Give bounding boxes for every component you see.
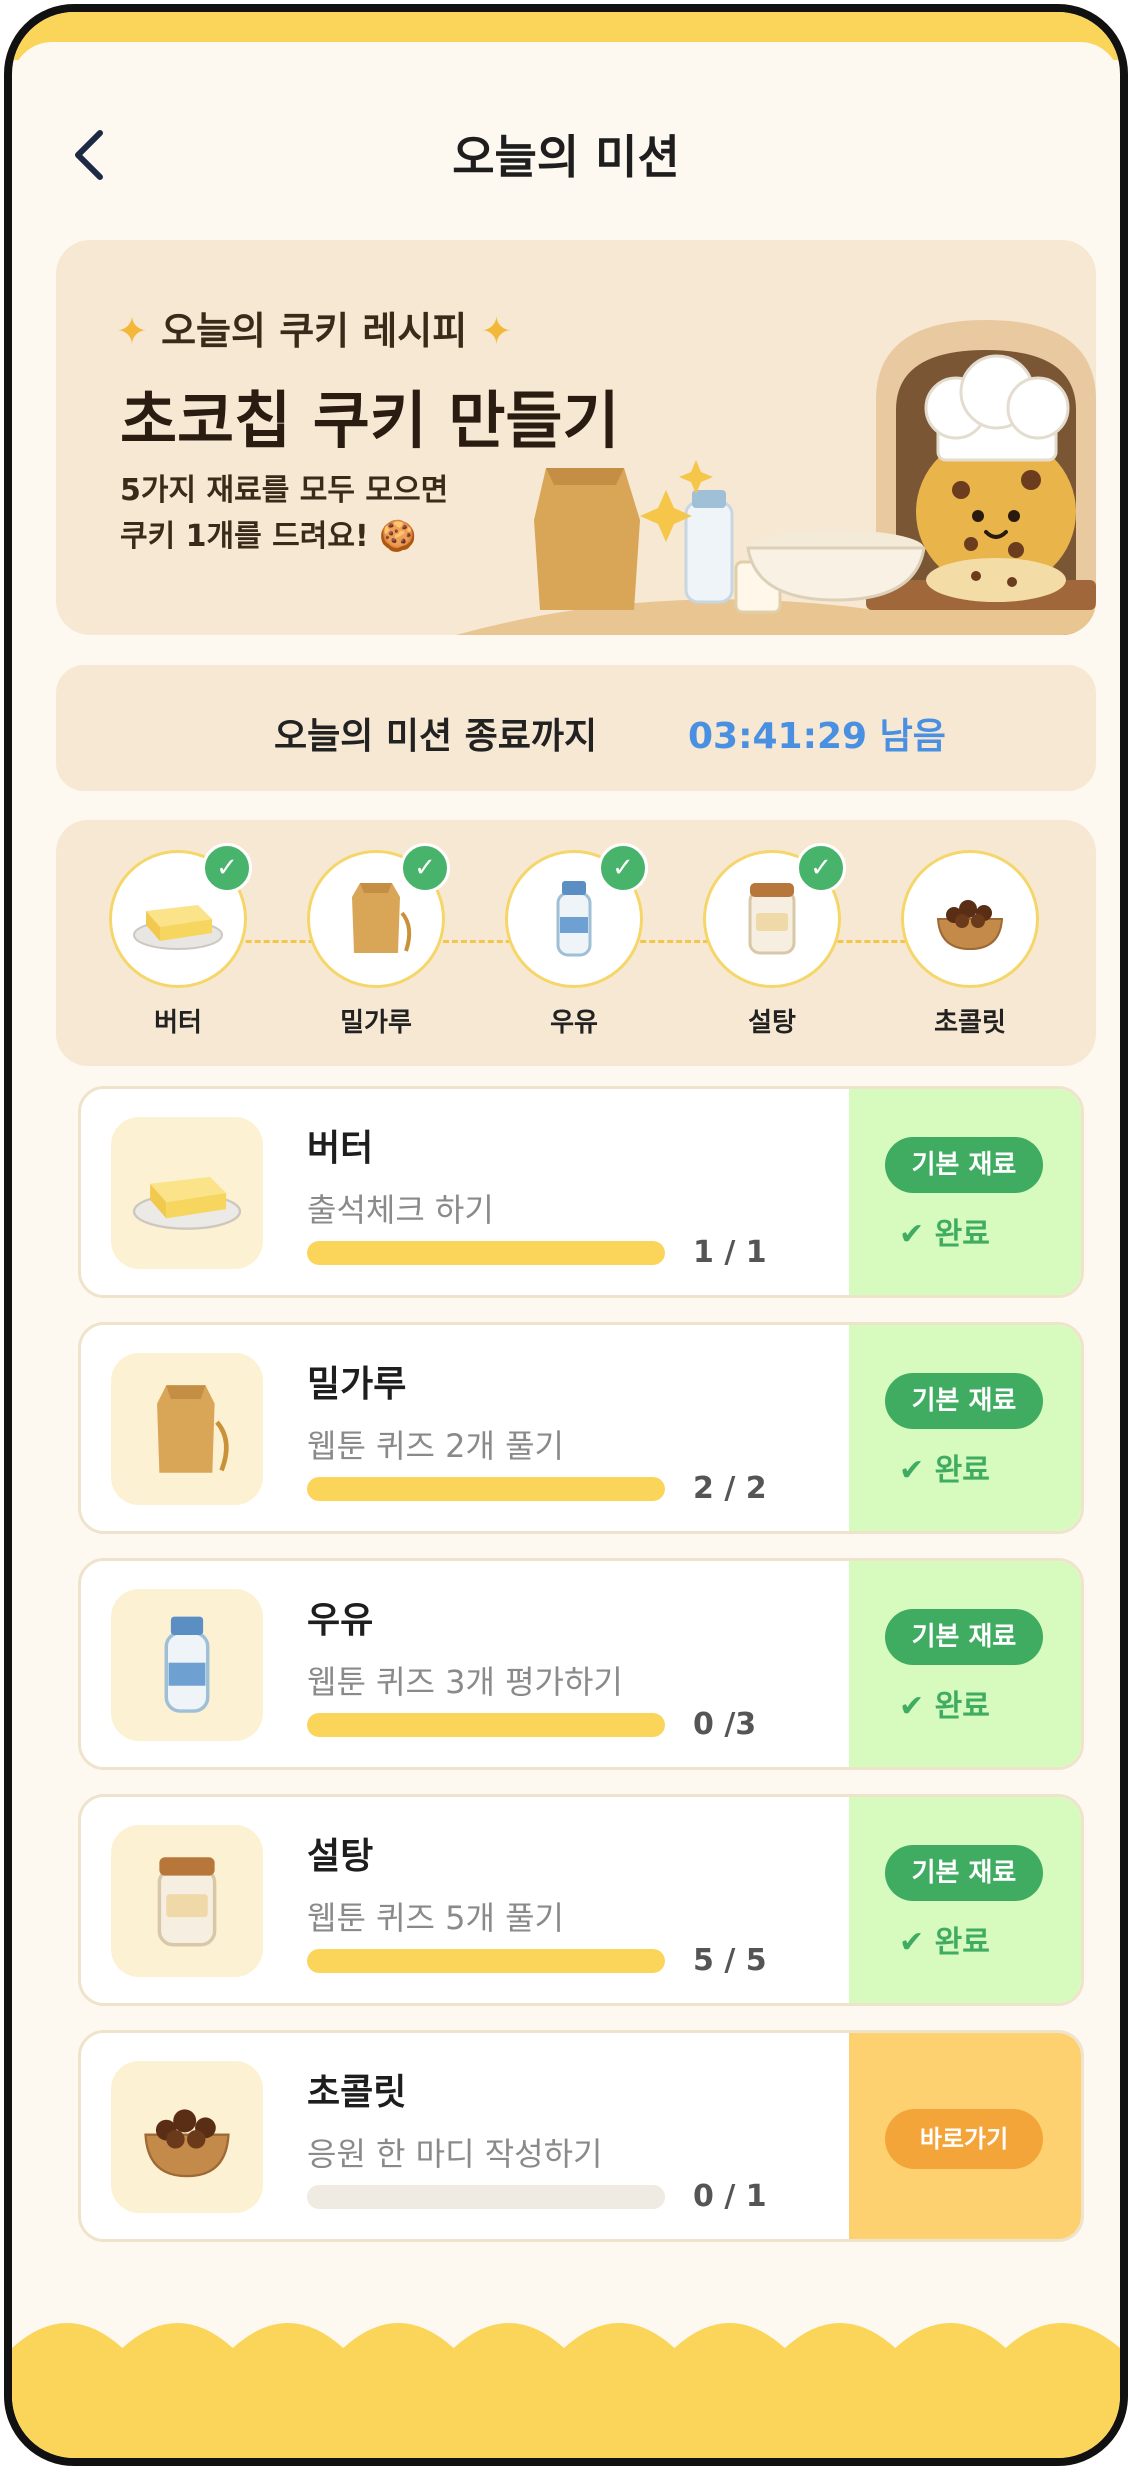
mission-card-chocolate: 초콜릿 응원 한 마디 작성하기 0 / 1 바로가기 [78,2030,1084,2242]
mission-status-panel: 기본 재료 ✔ 완료 [849,1089,1081,1295]
check-icon: ✓ [400,843,450,893]
sparkle-icon: ✦ [116,309,148,353]
mission-name: 밀가루 [307,1364,407,1405]
mission-name: 우유 [307,1600,374,1641]
step-circle: ✓ [307,843,450,988]
mission-thumb [111,1825,263,1977]
mission-progress-bar [307,1713,665,1737]
mission-card-butter: 버터 출석체크 하기 1 / 1 기본 재료 ✔ 완료 [78,1086,1084,1298]
step-flour: ✓ 밀가루 [306,843,450,1039]
phone-frame: 오늘의 미션 ✦ 오늘의 쿠키 레시피 ✦ 초코칩 쿠키 만들기 5가지 재료를… [4,4,1128,2466]
banner-desc-line-1: 5가지 재료를 모두 모으면 [120,473,449,508]
mission-thumb [111,1353,263,1505]
mission-card-milk: 우유 웹툰 퀴즈 3개 평가하기 0 /3 기본 재료 ✔ 완료 [78,1558,1084,1770]
mission-desc: 웹툰 퀴즈 5개 풀기 [307,1899,564,1937]
complete-status: ✔ 완료 [899,1689,990,1724]
flour-icon [157,1385,229,1473]
mission-thumb [111,1117,263,1269]
basic-ingredient-badge: 기본 재료 [885,1137,1043,1193]
page-title: 오늘의 미션 [452,130,680,184]
check-icon: ✔ [899,1453,925,1488]
step-chocolate: 초콜릿 [900,850,1040,1039]
mission-progress-bar [307,1949,665,1973]
banner-subtitle: ✦ 오늘의 쿠키 레시피 ✦ [116,300,512,355]
step-butter: ✓ 버터 [108,843,252,1039]
top-band-curve [12,42,1120,102]
mission-count: 0 / 1 [693,2179,767,2214]
mission-count: 5 / 5 [693,1943,767,1978]
check-icon: ✓ [796,843,846,893]
check-icon: ✔ [899,1217,925,1252]
mission-status-panel: 기본 재료 ✔ 완료 [849,1325,1081,1531]
milk-icon [164,1616,210,1713]
step-sugar: ✓ 설탕 [702,843,846,1039]
basic-ingredient-badge: 기본 재료 [885,1373,1043,1429]
step-circle: ✓ [703,843,846,988]
step-label: 설탕 [748,1008,796,1038]
complete-status: ✔ 완료 [899,1217,990,1252]
mission-status-panel: 기본 재료 ✔ 완료 [849,1797,1081,2003]
chocolate-icon [144,2109,230,2178]
basic-ingredient-badge: 기본 재료 [885,1845,1043,1901]
banner-description: 5가지 재료를 모두 모으면 쿠키 1개를 드려요! 🍪 [120,468,448,560]
mission-action-panel: 바로가기 [849,2033,1081,2239]
banner-subtitle-text: 오늘의 쿠키 레시피 [161,309,468,353]
mission-card-flour: 밀가루 웹툰 퀴즈 2개 풀기 2 / 2 기본 재료 ✔ 완료 [78,1322,1084,1534]
mission-desc: 출석체크 하기 [307,1191,494,1229]
chocolate-icon [936,900,1004,951]
cookie-chef-illustration [456,320,1096,635]
step-label: 우유 [550,1008,598,1038]
mission-thumb [111,1589,263,1741]
go-button[interactable]: 바로가기 [885,2109,1043,2169]
mission-desc: 웹툰 퀴즈 2개 풀기 [307,1427,564,1465]
butter-icon [132,1176,242,1230]
mission-desc: 웹툰 퀴즈 3개 평가하기 [307,1663,623,1701]
recipe-banner: ✦ 오늘의 쿠키 레시피 ✦ 초코칩 쿠키 만들기 5가지 재료를 모두 모으면… [56,240,1096,635]
mission-count: 1 / 1 [693,1235,767,1270]
timer-label: 오늘의 미션 종료까지 [274,716,598,757]
mission-name: 초콜릿 [307,2072,407,2113]
step-circle [901,850,1039,988]
check-icon: ✔ [899,1689,925,1724]
mission-name: 버터 [307,1128,374,1169]
mission-progress-bar [307,1241,665,1265]
bottom-wave-decoration [12,2323,1120,2458]
mission-name: 설탕 [307,1836,374,1877]
mission-card-sugar: 설탕 웹툰 퀴즈 5개 풀기 5 / 5 기본 재료 ✔ 완료 [78,1794,1084,2006]
mission-count: 0 /3 [693,1707,757,1742]
sugar-icon [157,1857,217,1947]
mission-count: 2 / 2 [693,1471,767,1506]
mission-timer: 오늘의 미션 종료까지 03:41:29 남음 [56,665,1096,791]
step-label: 버터 [154,1008,202,1038]
check-icon: ✓ [598,843,648,893]
ingredient-progress: ✓ 버터 ✓ 밀가루 ✓ 우유 ✓ 설탕 초콜릿 [56,820,1096,1066]
mission-status-panel: 기본 재료 ✔ 완료 [849,1561,1081,1767]
timer-value: 03:41:29 남음 [688,716,946,757]
banner-desc-line-2: 쿠키 1개를 드려요! 🍪 [120,519,417,554]
check-icon: ✔ [899,1925,925,1960]
step-milk: ✓ 우유 [504,843,648,1039]
step-circle: ✓ [109,843,252,988]
step-label: 밀가루 [340,1008,412,1038]
complete-status: ✔ 완료 [899,1925,990,1960]
header: 오늘의 미션 [12,107,1120,197]
mission-desc: 응원 한 마디 작성하기 [307,2135,603,2173]
mission-progress-bar [307,2185,665,2209]
basic-ingredient-badge: 기본 재료 [885,1609,1043,1665]
step-label: 초콜릿 [934,1008,1006,1038]
check-icon: ✓ [202,843,252,893]
complete-status: ✔ 완료 [899,1453,990,1488]
mission-progress-bar [307,1477,665,1501]
mission-thumb [111,2061,263,2213]
step-circle: ✓ [505,843,648,988]
